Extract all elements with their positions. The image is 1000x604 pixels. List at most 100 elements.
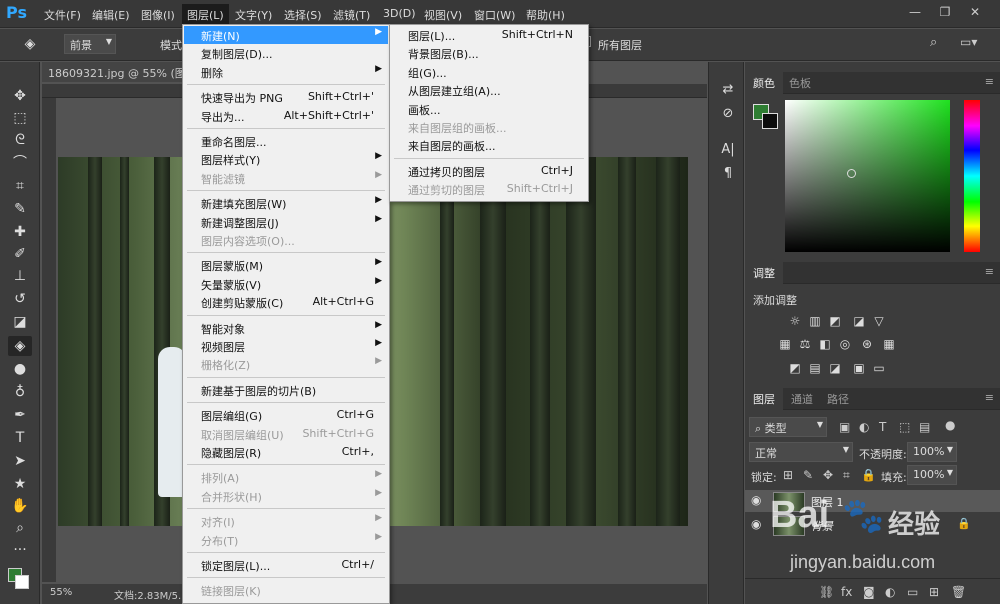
menu-item[interactable]: 背景图层(B)... — [391, 44, 587, 62]
menu-file[interactable]: 文件(F) — [44, 7, 81, 23]
lock-pixels-icon[interactable]: ✎ — [803, 468, 813, 482]
move-tool-icon[interactable]: ✥ — [8, 86, 32, 106]
panel-menu-icon[interactable]: ≡ — [985, 265, 994, 278]
filter-toggle-icon[interactable]: ● — [945, 418, 955, 432]
layer-row[interactable]: ◉ 图层 1 — [745, 490, 1000, 512]
bw-icon[interactable]: ◧ — [817, 337, 833, 351]
layer-name[interactable]: 图层 1 — [811, 494, 844, 510]
adjustment-layer-icon[interactable]: ◐ — [885, 585, 895, 599]
background-swatch[interactable] — [762, 113, 778, 129]
dodge-tool-icon[interactable]: ♁ — [8, 382, 32, 402]
marquee-tool-icon[interactable]: ⬚ — [8, 108, 32, 128]
eyedropper-tool-icon[interactable]: ✎ — [8, 199, 32, 219]
paint-bucket-icon[interactable]: ◈ — [18, 34, 42, 54]
tab-paths[interactable]: 路径 — [827, 391, 849, 407]
menu-item[interactable]: 快速导出为 PNG Shift+Ctrl+' — [184, 88, 388, 106]
menu-item[interactable]: 创建剪贴蒙版(C) Alt+Ctrl+G — [184, 293, 388, 311]
tab-swatches[interactable]: 色板 — [789, 75, 811, 91]
healing-tool-icon[interactable]: ✚ — [8, 222, 32, 242]
visibility-eye-icon[interactable]: ◉ — [751, 517, 761, 531]
tab-layers[interactable]: 图层 — [745, 388, 783, 410]
fill-source-select[interactable]: 前景 ▼ — [64, 34, 116, 54]
photo-filter-icon[interactable]: ◎ — [837, 337, 853, 351]
menu-item[interactable]: 锁定图层(L)... Ctrl+/ — [184, 556, 388, 574]
color-lookup-icon[interactable]: ▦ — [881, 337, 897, 351]
visibility-eye-icon[interactable]: ◉ — [751, 493, 761, 507]
filter-pixel-icon[interactable]: ▣ — [839, 420, 850, 434]
menu-item[interactable]: 通过拷贝的图层 Ctrl+J — [391, 162, 587, 180]
menu-item[interactable]: 组(G)... — [391, 63, 587, 81]
menu-item[interactable]: 从图层建立组(A)... — [391, 81, 587, 99]
eraser-tool-icon[interactable]: ◪ — [8, 312, 32, 332]
history-brush-icon[interactable]: ↺ — [8, 289, 32, 309]
posterize-icon[interactable]: ▤ — [807, 361, 823, 375]
menu-item[interactable]: 新建(N) ▶ — [184, 26, 388, 44]
channel-mixer-icon[interactable]: ⊛ — [859, 337, 875, 351]
delete-layer-icon[interactable]: 🗑 — [951, 585, 966, 599]
history-panel-icon[interactable]: ⇄ — [717, 82, 739, 102]
curves-icon[interactable]: ◩ — [827, 314, 843, 328]
more-tools-icon[interactable]: ··· — [8, 540, 32, 560]
menu-edit[interactable]: 编辑(E) — [92, 7, 130, 23]
menu-layer[interactable]: 图层(L) — [182, 4, 229, 24]
brush-tool-icon[interactable]: ✐ — [8, 244, 32, 264]
stamp-tool-icon[interactable]: ⊥ — [8, 266, 32, 286]
menu-item[interactable]: 图层编组(G) Ctrl+G — [184, 406, 388, 424]
color-balance-icon[interactable]: ⚖ — [797, 337, 813, 351]
menu-window[interactable]: 窗口(W) — [474, 7, 515, 23]
workspace-icon[interactable]: ▭▾ — [960, 35, 977, 49]
exposure-icon[interactable]: ◪ — [851, 314, 867, 328]
menu-item[interactable]: 删除 ▶ — [184, 63, 388, 81]
fill-input[interactable]: 100% ▼ — [907, 465, 957, 485]
tab-adjustments[interactable]: 调整 — [745, 262, 783, 284]
menu-item[interactable]: 图层(L)... Shift+Ctrl+N — [391, 26, 587, 44]
menu-item[interactable]: 新建填充图层(W) ▶ — [184, 194, 388, 212]
menu-view[interactable]: 视图(V) — [424, 7, 462, 23]
blur-tool-icon[interactable]: ● — [8, 359, 32, 379]
panel-menu-icon[interactable]: ≡ — [985, 391, 994, 404]
menu-item[interactable]: 智能对象 ▶ — [184, 319, 388, 337]
menu-item[interactable]: 复制图层(D)... — [184, 44, 388, 62]
hue-slider[interactable] — [964, 100, 980, 252]
menu-select[interactable]: 选择(S) — [284, 7, 322, 23]
tab-color[interactable]: 颜色 — [745, 72, 783, 94]
brightness-icon[interactable]: ☼ — [787, 314, 803, 328]
blend-mode-select[interactable]: 正常 ▼ — [749, 442, 853, 462]
close-button[interactable]: ✕ — [964, 3, 986, 21]
brush-settings-icon[interactable]: ⊘ — [717, 106, 739, 126]
paint-bucket-tool-icon[interactable]: ◈ — [8, 336, 32, 356]
menu-item[interactable]: 图层样式(Y) ▶ — [184, 150, 388, 168]
type-tool-icon[interactable]: T — [8, 428, 32, 448]
menu-help[interactable]: 帮助(H) — [526, 7, 565, 23]
add-mask-icon[interactable]: ◙ — [863, 585, 875, 599]
search-icon[interactable]: ⌕ — [930, 35, 937, 50]
gradient-map-icon[interactable]: ▭ — [871, 361, 887, 375]
lock-all-icon[interactable]: 🔒 — [861, 468, 876, 482]
menu-item[interactable]: 新建调整图层(J) ▶ — [184, 213, 388, 231]
minimize-button[interactable]: — — [904, 3, 926, 21]
menu-3d[interactable]: 3D(D) — [383, 7, 416, 20]
path-select-icon[interactable]: ➤ — [8, 451, 32, 471]
color-field[interactable] — [785, 100, 950, 252]
layer-row[interactable]: ◉ 背景 🔒 — [745, 514, 1000, 536]
vibrance-icon[interactable]: ▽ — [871, 314, 887, 328]
tab-channels[interactable]: 通道 — [791, 391, 813, 407]
quick-select-tool-icon[interactable]: ⌒ — [8, 153, 32, 173]
filter-type-icon[interactable]: T — [879, 420, 886, 434]
menu-filter[interactable]: 滤镜(T) — [333, 7, 370, 23]
fx-icon[interactable]: fx — [841, 585, 852, 599]
selective-color-icon[interactable]: ▣ — [851, 361, 867, 375]
menu-item[interactable]: 导出为... Alt+Shift+Ctrl+' — [184, 107, 388, 125]
threshold-icon[interactable]: ◪ — [827, 361, 843, 375]
color-picker-cursor[interactable] — [847, 169, 856, 178]
character-panel-icon[interactable]: A| — [717, 142, 739, 162]
paragraph-panel-icon[interactable]: ¶ — [717, 166, 739, 186]
menu-item[interactable]: 视频图层 ▶ — [184, 337, 388, 355]
pen-tool-icon[interactable]: ✒ — [8, 405, 32, 425]
crop-tool-icon[interactable]: ⌗ — [8, 176, 32, 196]
levels-icon[interactable]: ▥ — [807, 314, 823, 328]
menu-item[interactable]: 重命名图层... — [184, 132, 388, 150]
menu-item[interactable]: 新建基于图层的切片(B) — [184, 381, 388, 399]
filter-adjust-icon[interactable]: ◐ — [859, 420, 869, 434]
menu-item[interactable]: 矢量蒙版(V) ▶ — [184, 275, 388, 293]
